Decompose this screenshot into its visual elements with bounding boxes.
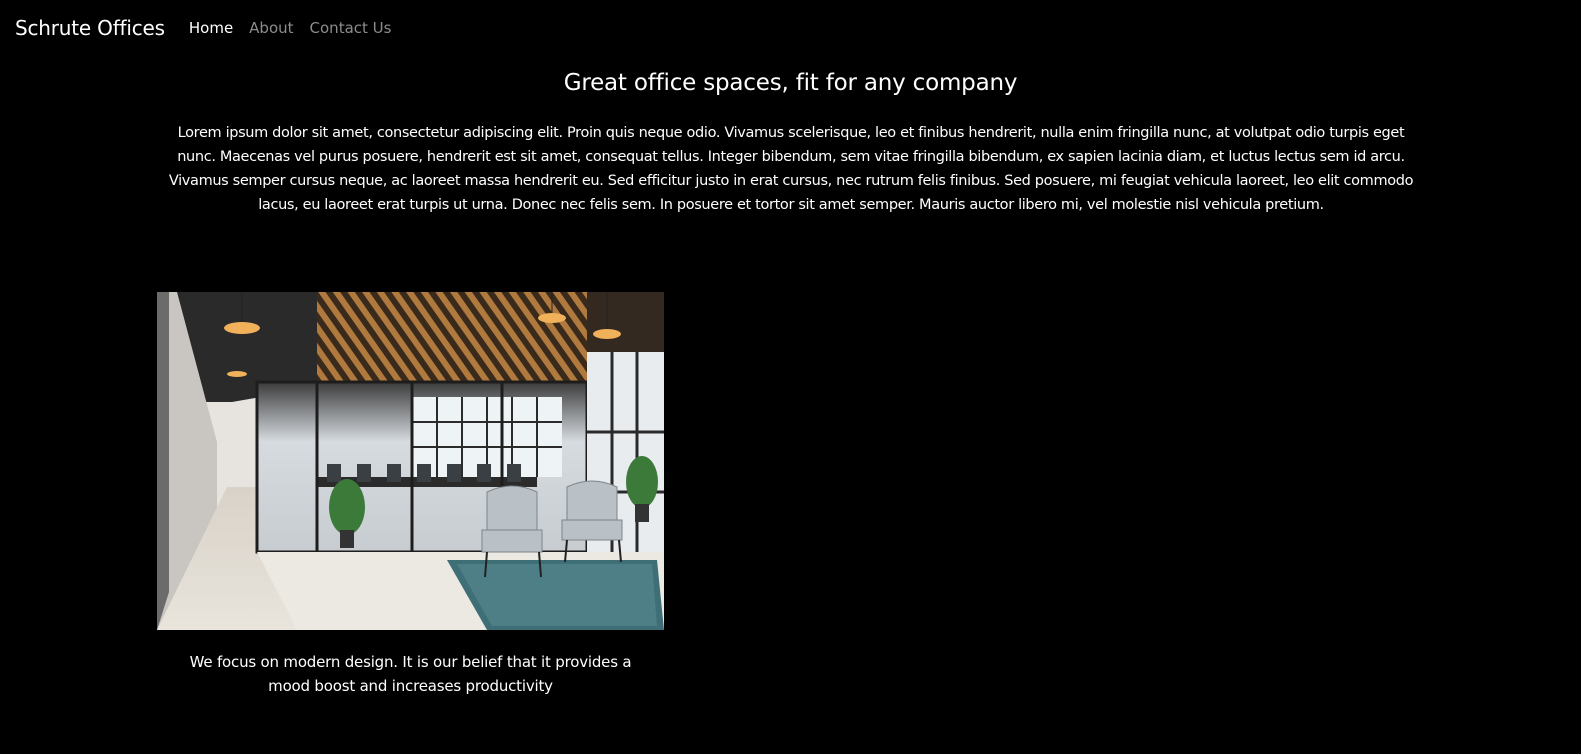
brand-link[interactable]: Schrute Offices <box>15 16 165 40</box>
navbar: Schrute Offices Home About Contact Us <box>0 0 1581 56</box>
nav-link-home[interactable]: Home <box>189 19 233 37</box>
page-title: Great office spaces, fit for any company <box>563 70 1018 96</box>
office-photo <box>157 292 664 630</box>
intro-paragraph: Lorem ipsum dolor sit amet, consectetur … <box>168 125 1414 213</box>
nav-link-contact-us[interactable]: Contact Us <box>310 19 392 37</box>
feature-card: We focus on modern design. It is our bel… <box>157 292 664 698</box>
nav-link-about[interactable]: About <box>249 19 293 37</box>
nav-links: Home About Contact Us <box>189 19 392 37</box>
feature-caption: We focus on modern design. It is our bel… <box>189 653 632 695</box>
